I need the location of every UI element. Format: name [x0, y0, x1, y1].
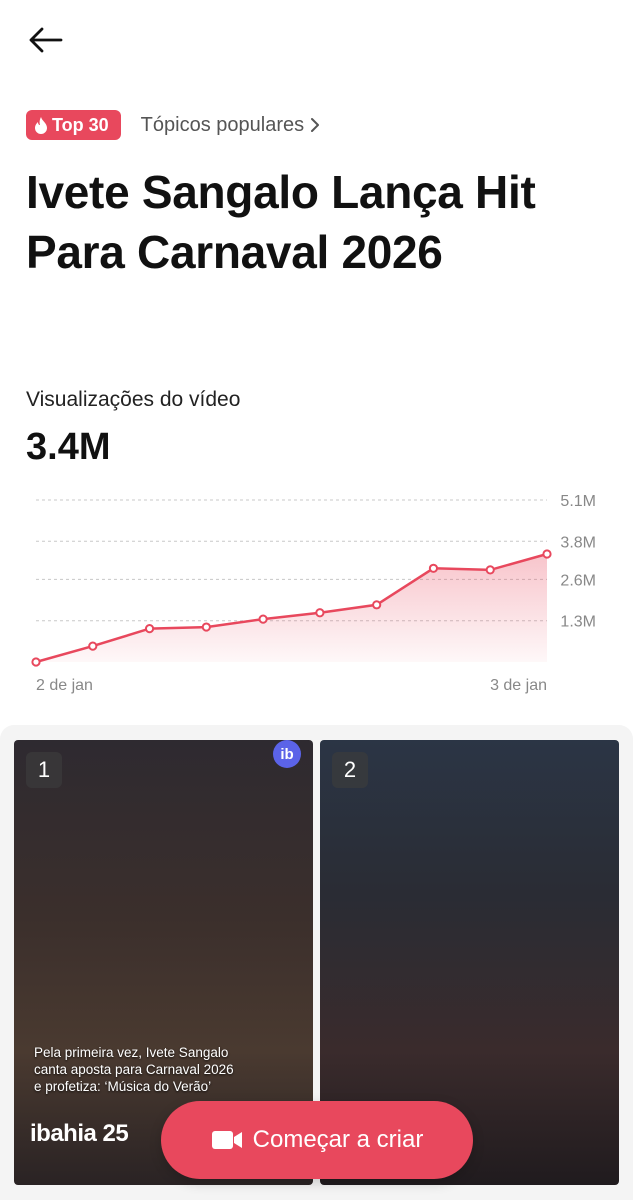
fire-icon	[35, 117, 47, 134]
y-tick-label: 2.6M	[560, 572, 596, 589]
views-label: Visualizações do vídeo	[26, 388, 241, 411]
chart-point	[31, 657, 41, 667]
top-badge-label: Top 30	[52, 114, 109, 135]
chart-point	[88, 641, 98, 651]
chart-point	[144, 624, 155, 634]
views-value: 3.4M	[26, 426, 111, 468]
chart-point	[372, 600, 382, 610]
chart-point	[258, 614, 268, 624]
chart-point	[201, 622, 211, 632]
start-creating-label: Começar a criar	[252, 1126, 424, 1153]
chart-point	[485, 565, 495, 575]
topic-title: Ivete Sangalo Lança Hit Para Carnaval 20…	[26, 166, 536, 278]
y-tick-label: 5.1M	[560, 493, 596, 510]
chart-point	[428, 563, 439, 573]
chevron-right-icon	[311, 118, 320, 132]
views-chart: 1.3M 2.6M 3.8M 5.1M 2 de jan 3 de jan	[31, 493, 596, 694]
rank-badge: 2	[332, 752, 368, 788]
back-button[interactable]	[20, 18, 70, 62]
y-tick-label: 3.8M	[560, 534, 596, 551]
video-camera-icon	[211, 1131, 242, 1149]
popular-topics-label: Tópicos populares	[140, 113, 305, 136]
video-watermark: ibahia 25	[30, 1120, 129, 1147]
start-creating-button[interactable]: Começar a criar	[161, 1101, 473, 1179]
arrow-left-icon	[29, 27, 63, 53]
y-tick-label: 1.3M	[560, 614, 596, 631]
top-badge: Top 30	[26, 110, 121, 140]
chart-point	[315, 608, 325, 618]
rank-badge: 1	[26, 752, 62, 788]
x-end-label: 3 de jan	[490, 677, 547, 694]
x-start-label: 2 de jan	[36, 677, 93, 694]
popular-topics-link[interactable]: Tópicos populares	[141, 114, 320, 137]
chart-point	[542, 549, 552, 559]
source-logo: ib	[273, 740, 301, 768]
video-caption: Pela primeira vez, Ivete Sangalo canta a…	[34, 1045, 234, 1094]
